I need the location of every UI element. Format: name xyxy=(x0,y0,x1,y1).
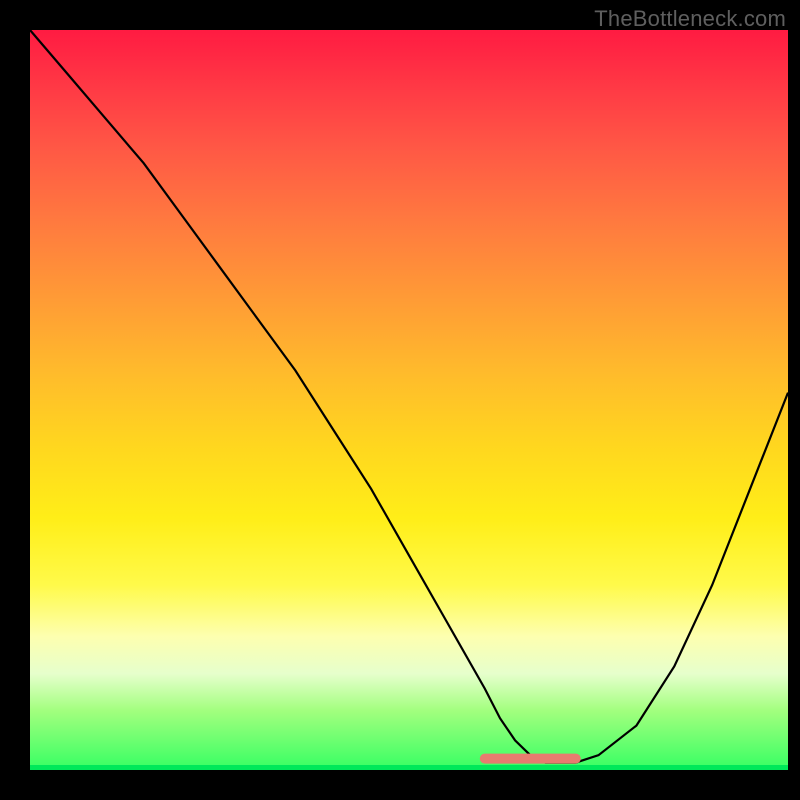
chart-plot-area xyxy=(30,30,788,770)
watermark-text: TheBottleneck.com xyxy=(594,6,786,32)
chart-baseline xyxy=(30,765,788,770)
bottleneck-curve xyxy=(30,30,788,770)
